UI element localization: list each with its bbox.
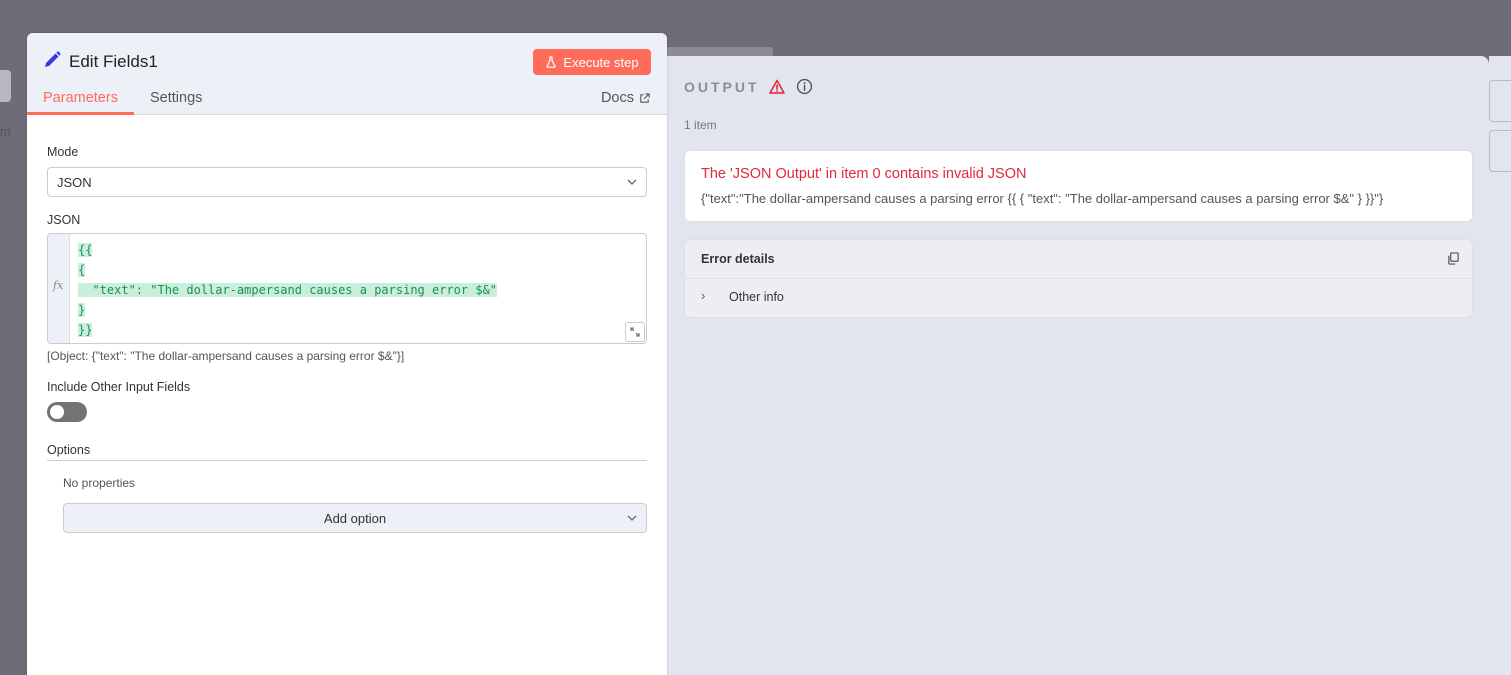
node-title[interactable]: Edit Fields1 xyxy=(69,52,158,72)
canvas-node-card xyxy=(0,70,11,102)
error-message: {"text":"The dollar-ampersand causes a p… xyxy=(701,191,1384,206)
include-other-fields-label: Include Other Input Fields xyxy=(47,380,191,394)
output-header: OUTPUT xyxy=(684,78,813,95)
active-tab-indicator xyxy=(27,112,134,115)
tab-parameters[interactable]: Parameters xyxy=(43,90,118,106)
code-line: { xyxy=(78,263,86,277)
toggle-knob xyxy=(50,405,64,419)
include-other-fields-toggle[interactable] xyxy=(47,402,87,422)
chevron-down-icon xyxy=(627,179,637,185)
execute-step-button[interactable]: Execute step xyxy=(533,49,651,75)
canvas-node-text: m xyxy=(0,124,11,139)
code-line: }} xyxy=(78,323,93,337)
mode-value: JSON xyxy=(57,175,92,190)
pencil-icon xyxy=(45,51,61,67)
expand-editor-icon[interactable] xyxy=(625,322,645,342)
docs-label: Docs xyxy=(600,90,634,106)
output-panel: OUTPUT 1 item The 'JSON Output' in item … xyxy=(660,56,1489,675)
error-details-title: Error details xyxy=(701,252,775,266)
warning-icon xyxy=(768,79,785,94)
other-info-label: Other info xyxy=(729,290,784,304)
canvas-right-box xyxy=(1489,130,1511,172)
external-link-icon xyxy=(640,92,650,103)
output-title: OUTPUT xyxy=(684,78,760,95)
mode-label: Mode xyxy=(47,145,79,159)
code-line: {{ xyxy=(78,243,93,257)
json-expression-editor[interactable]: fx {{ { "text": "The dollar-ampersand ca… xyxy=(47,233,647,344)
add-option-dropdown[interactable]: Add option xyxy=(63,503,647,533)
fx-icon: fx xyxy=(53,279,64,292)
node-edit-panel: Edit Fields1 Execute step Parameters Set… xyxy=(27,33,667,675)
json-result-preview: [Object: {"text": "The dollar-ampersand … xyxy=(47,349,405,363)
output-item-count: 1 item xyxy=(684,118,717,132)
json-label: JSON xyxy=(47,213,81,227)
mode-select[interactable]: JSON xyxy=(47,167,647,197)
flask-icon xyxy=(546,56,557,68)
edit-panel-header: Edit Fields1 Execute step Parameters Set… xyxy=(27,33,667,115)
no-properties-text: No properties xyxy=(63,476,136,490)
canvas-right-box xyxy=(1489,80,1511,122)
tab-settings[interactable]: Settings xyxy=(150,90,202,106)
info-icon[interactable] xyxy=(796,78,813,95)
error-card: The 'JSON Output' in item 0 contains inv… xyxy=(684,150,1473,222)
error-details-card: Error details › Other info xyxy=(684,239,1473,318)
other-info-toggle[interactable]: › Other info xyxy=(701,288,784,304)
error-details-header: Error details xyxy=(685,240,1472,279)
expression-gutter: fx xyxy=(48,234,70,343)
error-title: The 'JSON Output' in item 0 contains inv… xyxy=(701,166,1027,182)
chevron-down-icon xyxy=(627,515,637,521)
docs-link[interactable]: Docs xyxy=(601,90,650,106)
code-line: } xyxy=(78,303,86,317)
copy-icon[interactable] xyxy=(1447,252,1460,265)
add-option-label: Add option xyxy=(323,511,387,526)
execute-step-label: Execute step xyxy=(563,54,639,70)
code-line: "text": "The dollar-ampersand causes a p… xyxy=(78,283,498,297)
options-label: Options xyxy=(47,443,91,457)
chevron-right-icon: › xyxy=(701,288,706,303)
json-code[interactable]: {{ { "text": "The dollar-ampersand cause… xyxy=(78,240,498,340)
options-divider xyxy=(47,460,647,461)
